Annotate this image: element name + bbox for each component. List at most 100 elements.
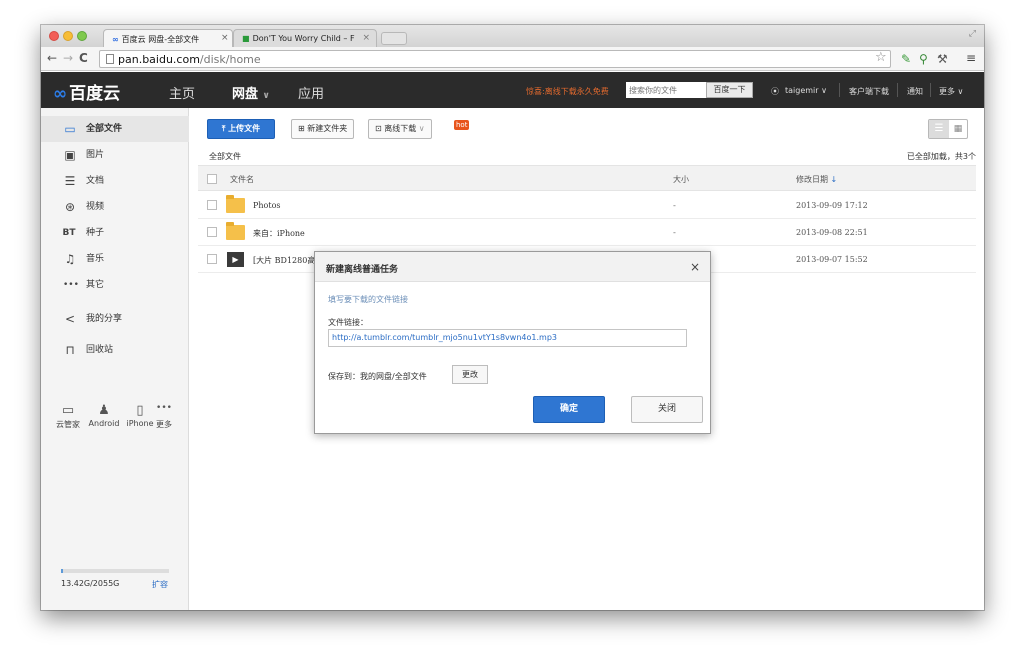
sidebar-item-video[interactable]: ⊛ 视频: [41, 194, 189, 220]
row-checkbox[interactable]: [207, 200, 217, 210]
browser-tab-music[interactable]: ■ Don'T You Worry Child – F ×: [233, 29, 377, 47]
column-name[interactable]: 文件名: [230, 174, 254, 185]
site-favicon-icon: ■: [242, 34, 250, 43]
bookmark-star-icon[interactable]: ☆: [875, 50, 887, 65]
baidu-yun-logo[interactable]: ∞ 百度云: [53, 79, 120, 104]
minimize-window-button[interactable]: [63, 31, 73, 41]
sidebar-item-label: 视频: [86, 202, 105, 212]
close-window-button[interactable]: [49, 31, 59, 41]
file-size: -: [673, 228, 676, 237]
new-folder-label: 新建文件夹: [307, 124, 348, 133]
dialog-header[interactable]: 新建离线普通任务 ×: [315, 252, 710, 282]
nav-home[interactable]: 主页: [169, 83, 195, 102]
close-icon[interactable]: ×: [690, 260, 700, 274]
tab-close-icon[interactable]: ×: [362, 33, 370, 43]
change-location-button[interactable]: 更改: [452, 365, 488, 384]
notify-link[interactable]: 通知: [907, 86, 923, 97]
reload-icon[interactable]: C: [79, 51, 88, 65]
new-folder-button[interactable]: ⊞ 新建文件夹: [291, 119, 355, 139]
offline-download-button[interactable]: ⊡ 离线下载 ∨: [368, 119, 432, 139]
extension-icon[interactable]: ✎: [901, 52, 911, 66]
url-path: /disk/home: [199, 53, 261, 66]
trash-icon: ⊓: [65, 343, 75, 357]
grid-view-icon[interactable]: ▦: [949, 120, 967, 138]
table-row[interactable]: 来自：iPhone - 2013-09-08 22:51: [198, 219, 976, 246]
folder-plus-icon: ⊞: [298, 124, 305, 133]
list-view-icon[interactable]: ☰: [929, 120, 949, 138]
sidebar-item-label: 我的分享: [86, 314, 123, 324]
sidebar-item-images[interactable]: ▣ 图片: [41, 142, 189, 168]
nav-disk[interactable]: 网盘 ∨: [232, 83, 270, 102]
device-label: iPhone: [126, 419, 154, 428]
loaded-status: 已全部加载，共3个: [906, 152, 976, 161]
file-name[interactable]: 来自：iPhone: [253, 228, 305, 239]
link-input[interactable]: http://a.tumblr.com/tumblr_mjo5nu1vtY1s8…: [328, 329, 687, 347]
tab-close-icon[interactable]: ×: [221, 33, 229, 43]
sort-down-icon: ↓: [830, 175, 838, 184]
address-bar[interactable]: pan.baidu.com/disk/home: [99, 50, 891, 68]
offline-download-label: 离线下载: [384, 124, 417, 133]
chevron-down-icon: ∨: [262, 91, 270, 101]
device-android[interactable]: ♟ Android: [84, 403, 124, 428]
wrench-icon[interactable]: ⚒: [937, 52, 948, 66]
document-icon: ▭: [64, 122, 76, 136]
upload-button[interactable]: ⤒ 上传文件: [207, 119, 275, 139]
sidebar-item-trash[interactable]: ⊓ 回收站: [41, 337, 189, 363]
browser-tab-baidu[interactable]: ∞ 百度云 网盘-全部文件: [103, 29, 233, 47]
sidebar-item-music[interactable]: ♫ 音乐: [41, 246, 189, 272]
sidebar-item-share[interactable]: < 我的分享: [41, 306, 189, 332]
row-checkbox[interactable]: [207, 227, 217, 237]
cancel-button[interactable]: 关闭: [631, 396, 703, 423]
file-name[interactable]: Photos: [253, 201, 281, 210]
tab-title: Don'T You Worry Child – F: [252, 34, 355, 43]
monitor-icon: ▭: [61, 403, 75, 418]
client-download-link[interactable]: 客户端下载: [849, 86, 889, 97]
more-icon: •••: [156, 403, 172, 413]
browser-window: ∞ 百度云 网盘-全部文件 × ■ Don'T You Worry Child – …: [41, 25, 984, 610]
file-name[interactable]: [大片 BD1280高清: [253, 255, 323, 266]
browser-toolbar: ← → C pan.baidu.com/disk/home ☆ ✎ ⚲ ⚒ ≡: [41, 47, 984, 71]
sidebar-item-docs[interactable]: ☰ 文档: [41, 168, 189, 194]
save-location: 保存到：我的网盘/全部文件: [328, 372, 427, 381]
new-tab-button[interactable]: [381, 32, 407, 45]
phone-icon: ▯: [136, 403, 144, 418]
fullscreen-icon[interactable]: ⤢: [969, 29, 976, 39]
tab-title: 百度云 网盘-全部文件: [121, 35, 200, 44]
android-icon: ♟: [98, 403, 110, 418]
column-date[interactable]: 修改日期 ↓: [796, 174, 837, 185]
select-all-checkbox[interactable]: [207, 174, 217, 184]
column-size[interactable]: 大小: [673, 174, 689, 185]
sidebar-item-bt[interactable]: BT 种子: [41, 220, 189, 246]
header-divider: [839, 83, 840, 97]
view-toggle: ☰ ▦: [928, 119, 968, 139]
chevron-down-icon: ∨: [821, 86, 827, 95]
menu-icon[interactable]: ≡: [966, 51, 976, 65]
sidebar-item-all-files[interactable]: ▭ 全部文件: [41, 116, 189, 142]
zoom-window-button[interactable]: [77, 31, 87, 41]
user-avatar-icon: ⦿: [771, 87, 779, 96]
user-menu[interactable]: taigemir ∨: [785, 86, 827, 95]
expand-quota-link[interactable]: 扩容: [152, 579, 168, 590]
folder-icon: [226, 222, 245, 240]
forward-icon[interactable]: →: [63, 51, 73, 65]
more-menu[interactable]: 更多 ∨: [939, 86, 963, 97]
quota-text: 13.42G/2055G: [61, 579, 120, 588]
dialog-title: 新建离线普通任务: [326, 265, 399, 275]
breadcrumb[interactable]: 全部文件: [209, 151, 241, 162]
sidebar-item-other[interactable]: ••• 其它: [41, 272, 189, 298]
device-desktop[interactable]: ▭ 云管家: [51, 403, 85, 430]
confirm-button[interactable]: 确定: [533, 396, 605, 423]
back-icon[interactable]: ←: [47, 51, 57, 65]
offline-task-dialog: 新建离线普通任务 × 填写要下载的文件链接 文件链接： http://a.tum…: [314, 251, 711, 434]
device-iphone[interactable]: ▯ iPhone: [123, 403, 157, 428]
sidebar-item-label: 文档: [86, 176, 105, 186]
extension-search-icon[interactable]: ⚲: [919, 52, 928, 66]
promo-text[interactable]: 惊喜:离线下载永久免费: [526, 86, 609, 97]
row-checkbox[interactable]: [207, 254, 217, 264]
device-more[interactable]: ••• 更多: [154, 403, 174, 430]
header-search-button[interactable]: 百度一下: [706, 82, 753, 98]
url-host: pan.baidu.com: [118, 53, 200, 66]
table-row[interactable]: Photos - 2013-09-09 17:12: [198, 192, 976, 219]
nav-apps[interactable]: 应用: [298, 83, 324, 102]
header-search-input[interactable]: [626, 82, 706, 98]
